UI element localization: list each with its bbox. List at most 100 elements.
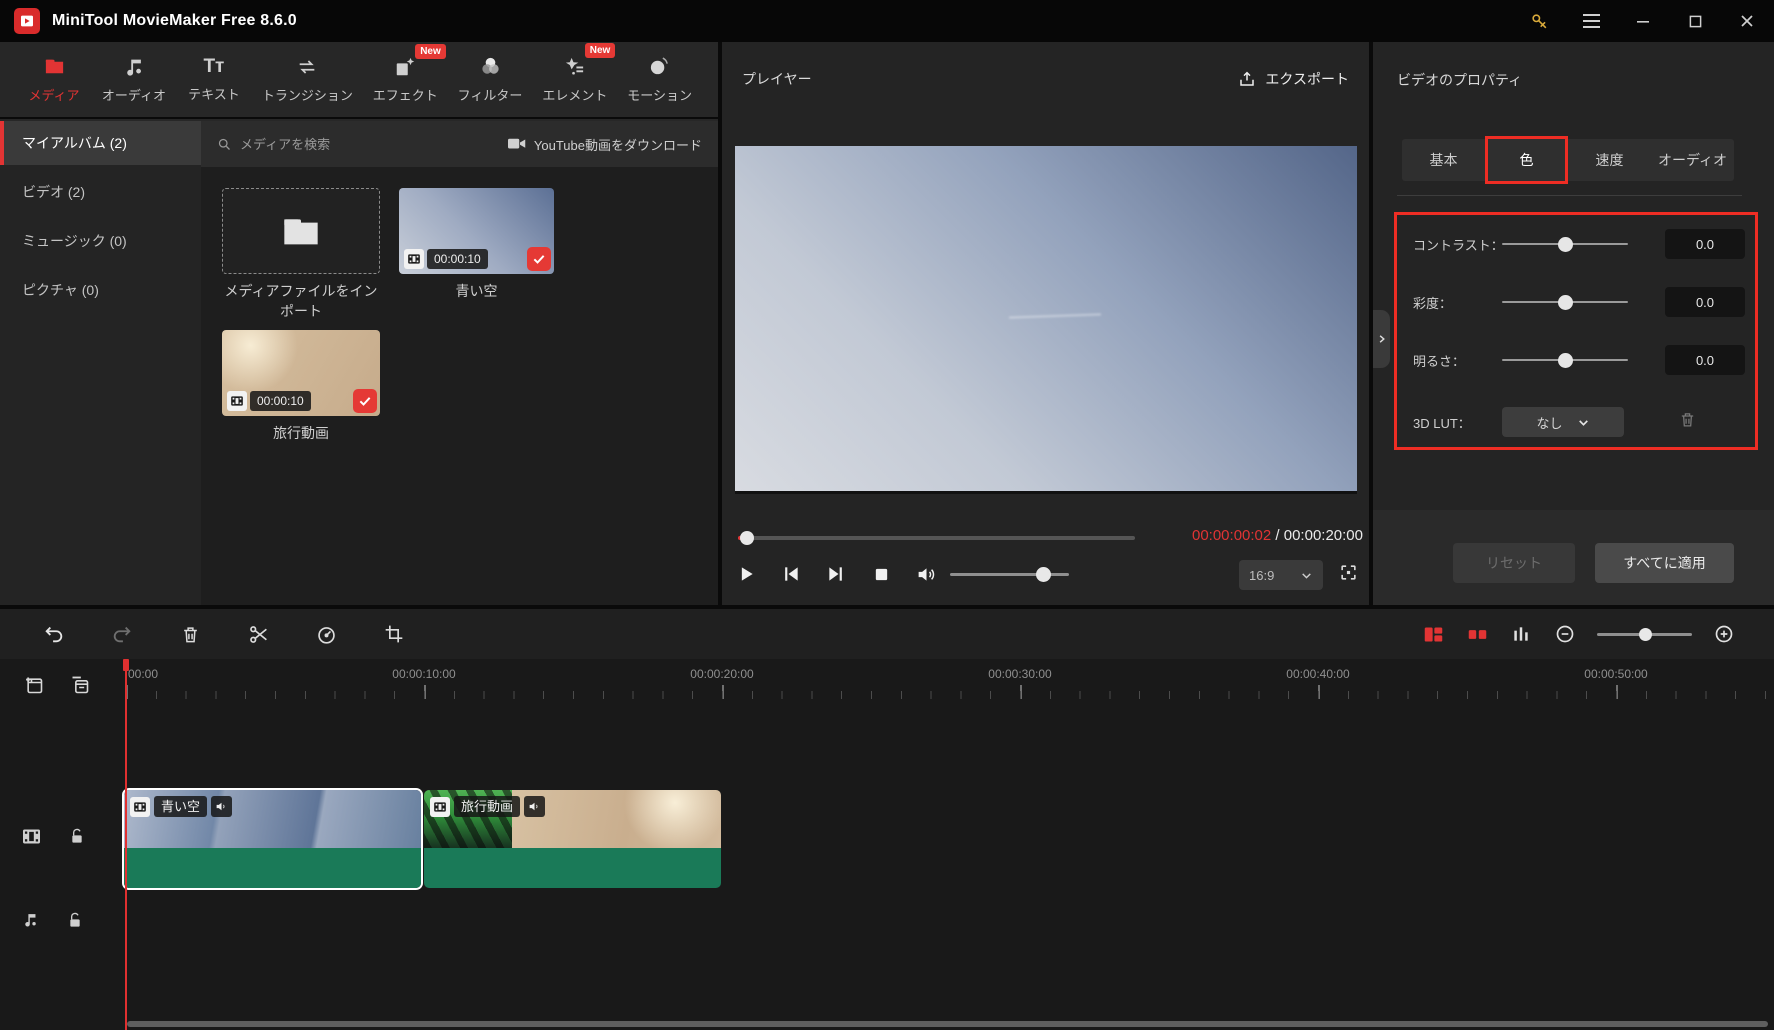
tab-speed[interactable]: 速度 xyxy=(1568,139,1651,181)
sidebar-item-music[interactable]: ミュージック (0) xyxy=(0,219,201,263)
contrast-thumb[interactable] xyxy=(1558,237,1573,252)
media-item-label: 旅行動画 xyxy=(273,425,329,441)
tab-color[interactable]: 色 xyxy=(1485,136,1568,184)
tab-transition[interactable]: トランジション xyxy=(262,56,353,104)
brightness-slider[interactable] xyxy=(1502,353,1628,368)
tab-element[interactable]: New エレメント xyxy=(542,43,616,104)
sidebar-item-picture[interactable]: ピクチャ (0) xyxy=(0,268,201,312)
undo-button[interactable] xyxy=(42,622,66,646)
tab-audio[interactable]: オーディオ xyxy=(102,56,166,104)
crop-button[interactable] xyxy=(382,622,406,646)
menu-icon[interactable] xyxy=(1578,8,1604,34)
tab-filter[interactable]: フィルター xyxy=(458,55,522,104)
video-track-lock-icon[interactable] xyxy=(69,827,85,845)
zoom-in-button[interactable] xyxy=(1712,622,1736,646)
timeline-clip-blue-sky[interactable]: 青い空 xyxy=(122,788,423,890)
split-scissors-button[interactable] xyxy=(246,622,270,646)
chevron-down-icon xyxy=(1577,416,1590,429)
contrast-value[interactable]: 0.0 xyxy=(1665,229,1745,259)
export-button[interactable]: エクスポート xyxy=(1238,69,1349,89)
media-search-bar: YouTube動画をダウンロード xyxy=(201,121,718,167)
apply-to-all-button[interactable]: すべてに適用 xyxy=(1595,543,1734,583)
zoom-out-button[interactable] xyxy=(1553,622,1577,646)
contrast-slider[interactable] xyxy=(1502,237,1628,252)
added-check-icon xyxy=(527,247,551,271)
aspect-ratio-select[interactable]: 16:9 xyxy=(1239,560,1323,590)
clip-thumbnails: 旅行動画 xyxy=(424,790,721,848)
properties-tabs: 基本 色 速度 オーディオ xyxy=(1402,136,1734,184)
seek-bar[interactable] xyxy=(738,531,1135,545)
ribbon-toolbar: メディア オーディオ Tт テキスト トランジション New エフェクト フィル… xyxy=(0,42,718,119)
tab-audio-props[interactable]: オーディオ xyxy=(1651,139,1734,181)
redo-button[interactable] xyxy=(110,622,134,646)
ruler-minor-ticks[interactable] xyxy=(126,691,1774,699)
volume-thumb[interactable] xyxy=(1036,567,1051,582)
speed-button[interactable] xyxy=(314,622,338,646)
tab-media[interactable]: メディア xyxy=(26,55,82,104)
timeline-scrollbar[interactable] xyxy=(127,1021,1768,1027)
tab-motion[interactable]: モーション xyxy=(627,55,692,104)
delete-trash-button[interactable] xyxy=(178,622,202,646)
maximize-button[interactable] xyxy=(1682,8,1708,34)
brightness-row: 明るさ： 0.0 xyxy=(1397,345,1755,375)
tab-label: 色 xyxy=(1519,152,1534,168)
minimize-button[interactable] xyxy=(1630,8,1656,34)
brightness-value[interactable]: 0.0 xyxy=(1665,345,1745,375)
playhead-handle[interactable] xyxy=(123,659,129,671)
search-icon xyxy=(217,137,232,152)
volume-icon[interactable] xyxy=(914,562,938,586)
license-key-icon[interactable] xyxy=(1526,8,1552,34)
stop-button[interactable] xyxy=(869,562,893,586)
saturation-slider[interactable] xyxy=(1502,295,1628,310)
timeline-zoom-thumb[interactable] xyxy=(1639,627,1652,641)
sidebar-item-my-album[interactable]: マイアルバム (2) xyxy=(0,121,201,165)
media-item-label: 青い空 xyxy=(455,283,498,299)
seek-thumb[interactable] xyxy=(740,531,754,545)
thumbnail-view-button[interactable] xyxy=(1421,622,1445,646)
lut-select[interactable]: なし xyxy=(1502,407,1624,437)
aspect-ratio-value: 16:9 xyxy=(1249,567,1275,583)
play-button[interactable] xyxy=(734,562,758,586)
tab-effect[interactable]: New エフェクト xyxy=(373,43,446,104)
timeline-zoom-slider[interactable] xyxy=(1597,627,1692,641)
player-header: プレイヤー エクスポート xyxy=(722,42,1369,116)
next-frame-button[interactable] xyxy=(824,562,848,586)
import-folder-icon xyxy=(281,214,321,248)
saturation-thumb[interactable] xyxy=(1558,295,1573,310)
saturation-value[interactable]: 0.0 xyxy=(1665,287,1745,317)
tab-basic[interactable]: 基本 xyxy=(1402,139,1485,181)
library-sidebar: マイアルバム (2) ビデオ (2) ミュージック (0) ピクチャ (0) xyxy=(0,121,201,605)
brightness-thumb[interactable] xyxy=(1558,353,1573,368)
app-logo-icon xyxy=(14,8,40,34)
close-button[interactable] xyxy=(1734,8,1760,34)
clip-badge: 青い空 xyxy=(130,796,233,817)
media-folder-icon xyxy=(43,55,66,78)
player-panel: プレイヤー エクスポート 00:00:00:02 / 00:00:20:00 1… xyxy=(722,42,1369,605)
import-media-card[interactable] xyxy=(222,188,380,274)
manage-tracks-icon[interactable] xyxy=(70,675,90,695)
volume-slider[interactable] xyxy=(950,567,1069,582)
previous-frame-button[interactable] xyxy=(779,562,803,586)
timeline-clip-travel-video[interactable]: 旅行動画 xyxy=(424,790,721,888)
tab-transition-label: トランジション xyxy=(261,87,353,103)
add-clip-to-track-icon[interactable] xyxy=(24,675,44,695)
video-preview[interactable] xyxy=(735,146,1357,494)
playhead[interactable] xyxy=(123,659,129,1030)
music-note-icon xyxy=(123,56,145,78)
tab-text[interactable]: Tт テキスト xyxy=(186,56,242,103)
audio-track-lock-icon[interactable] xyxy=(67,911,83,929)
media-item-travel-video[interactable]: 00:00:10 xyxy=(222,330,380,416)
lut-delete-trash-icon[interactable] xyxy=(1679,411,1696,428)
media-item-blue-sky[interactable]: 00:00:10 xyxy=(399,188,554,274)
video-contrail xyxy=(1008,313,1101,319)
track-height-button[interactable] xyxy=(1509,622,1533,646)
fullscreen-icon[interactable] xyxy=(1339,563,1358,582)
player-title: プレイヤー xyxy=(742,71,812,87)
time-separator: / xyxy=(1271,527,1284,544)
sidebar-item-video[interactable]: ビデオ (2) xyxy=(0,170,201,214)
reset-button[interactable]: リセット xyxy=(1453,543,1575,583)
search-input[interactable] xyxy=(240,136,420,152)
youtube-download-button[interactable]: YouTube動画をダウンロード xyxy=(507,135,702,154)
panel-collapse-handle[interactable] xyxy=(1373,310,1390,368)
storyboard-view-button[interactable] xyxy=(1465,622,1489,646)
